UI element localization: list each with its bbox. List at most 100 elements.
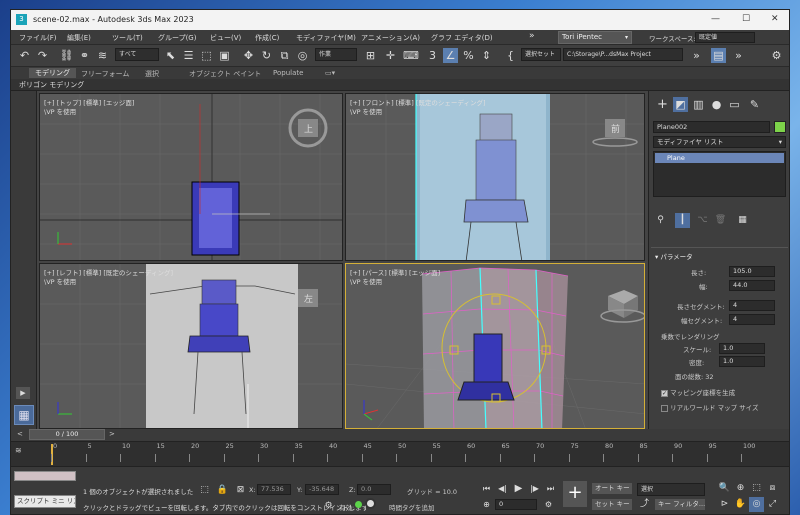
remove-modifier-icon[interactable]: 🗑: [713, 213, 728, 228]
current-frame-field[interactable]: 0: [495, 499, 537, 510]
time-prev-icon[interactable]: <: [17, 430, 23, 438]
next-frame-icon[interactable]: |▶: [527, 481, 542, 496]
viewport-top[interactable]: 上 [+] [トップ] [標準] [エッジ面] \VP を使用: [39, 93, 343, 261]
menu-modifiers[interactable]: モディファイヤ(M): [296, 33, 356, 43]
maximize-viewport-icon[interactable]: ⤢: [765, 497, 780, 512]
redo-icon[interactable]: ↷: [35, 48, 50, 63]
percent-snap-icon[interactable]: %: [461, 48, 476, 63]
stack-item-plane[interactable]: Plane: [655, 153, 784, 163]
menu-tools[interactable]: ツール(T): [112, 33, 143, 43]
viewport-front[interactable]: 前 [+] [フロント] [標準] [既定のシェーディング] \VP を使用: [345, 93, 645, 261]
pivot-center-icon[interactable]: ⊞: [363, 48, 378, 63]
ribbon-options-icon[interactable]: ▭▾: [325, 69, 335, 77]
density-spinner[interactable]: 1.0: [719, 356, 765, 367]
goto-start-icon[interactable]: ⏮: [479, 481, 494, 496]
set-key-big-button[interactable]: +: [563, 481, 587, 507]
utilities-tab-icon[interactable]: ✎: [747, 97, 762, 112]
maxscript-mini-listener[interactable]: スクリプト ミニ リス: [14, 495, 76, 508]
pan-icon[interactable]: ✋: [733, 497, 748, 512]
add-time-tag[interactable]: 時間タグを追加: [389, 502, 435, 512]
maximize-button[interactable]: ☐: [742, 14, 750, 24]
workspace-dropdown[interactable]: 既定値: [695, 32, 755, 43]
edit-named-selection-icon[interactable]: {: [503, 48, 518, 63]
absolute-mode-icon[interactable]: ⊠: [233, 483, 248, 498]
ref-coord-dropdown[interactable]: 作業: [315, 48, 357, 61]
named-selection-dropdown[interactable]: 選択セット: [521, 48, 561, 61]
object-color-swatch[interactable]: [774, 121, 786, 133]
menu-edit[interactable]: 編集(E): [67, 33, 91, 43]
pin-stack-icon[interactable]: ⚲: [653, 213, 668, 228]
menu-view[interactable]: ビュー(V): [210, 33, 241, 43]
time-config-icon[interactable]: ⚙: [541, 497, 556, 512]
material-editor-icon[interactable]: ⚙: [769, 48, 784, 63]
modify-tab-icon[interactable]: ◩: [673, 97, 688, 112]
manipulate-icon[interactable]: ✛: [383, 48, 398, 63]
select-by-name-icon[interactable]: ☰: [181, 48, 196, 63]
maxscript-listener-field[interactable]: [14, 471, 76, 481]
command-panel-toggle-icon[interactable]: ▤: [711, 48, 726, 63]
undo-icon[interactable]: ↶: [17, 48, 32, 63]
ribbon-tab-populate[interactable]: Populate: [273, 69, 303, 77]
display-tab-icon[interactable]: ▭: [727, 97, 742, 112]
ribbon-tab-freeform[interactable]: フリーフォーム: [81, 69, 129, 79]
polygon-modeling-label[interactable]: ポリゴン モデリング: [19, 80, 84, 90]
select-scale-icon[interactable]: ⧉: [277, 48, 292, 63]
gen-mapping-checkbox[interactable]: ✓ マッピング座標を生成: [661, 387, 735, 397]
bind-spacewarp-icon[interactable]: ≋: [95, 48, 110, 63]
set-key-button[interactable]: セット キー: [592, 499, 632, 510]
time-slider-thumb[interactable]: 0 / 100: [29, 429, 105, 440]
track-bar[interactable]: ≋ 0 5 10 15 20 25 30 35 40 45 50 55 60 65 70 75 80 85 90 95…: [11, 441, 789, 466]
select-rotate-icon[interactable]: ↻: [259, 48, 274, 63]
keyboard-shortcut-icon[interactable]: ⌨: [403, 48, 419, 63]
real-world-checkbox[interactable]: リアルワールド マップ サイズ: [661, 402, 758, 412]
key-mode-icon[interactable]: ⊕: [479, 497, 494, 512]
key-filters-button[interactable]: キー フィルタ...: [655, 499, 705, 510]
select-object-icon[interactable]: ⬉: [163, 48, 178, 63]
zoom-extents-all-icon[interactable]: ⧈: [765, 481, 780, 496]
fov-icon[interactable]: ⊳: [717, 497, 732, 512]
toolbar-overflow-icon[interactable]: »: [731, 48, 746, 63]
zoom-extents-icon[interactable]: ⬚: [749, 481, 764, 496]
make-unique-icon[interactable]: ⌥: [695, 213, 710, 228]
menu-more[interactable]: »: [529, 31, 535, 41]
menu-animation[interactable]: アニメーション(A): [361, 33, 420, 43]
length-segs-spinner[interactable]: 4: [729, 300, 775, 311]
modifier-list-dropdown[interactable]: モディファイヤ リスト ▾: [653, 136, 786, 148]
isolate-selection-icon[interactable]: ⬚: [197, 483, 212, 498]
auto-key-button[interactable]: オート キー: [592, 483, 632, 494]
menu-graph-editors[interactable]: グラフ エディタ(D): [431, 33, 493, 43]
selection-lock-icon[interactable]: 🔒: [215, 483, 230, 498]
key-selection-dropdown[interactable]: 選択: [637, 483, 705, 496]
place-icon[interactable]: ◎: [295, 48, 310, 63]
unlink-icon[interactable]: ⚭: [77, 48, 92, 63]
configure-sets-icon[interactable]: ▦: [735, 213, 750, 228]
toolbar-more-icon[interactable]: »: [689, 48, 704, 63]
enabled-indicator[interactable]: [355, 501, 362, 508]
project-path-dropdown[interactable]: C:\Storage\P...dsMax Project: [563, 48, 683, 61]
zoom-all-icon[interactable]: ⊕: [733, 481, 748, 496]
prev-frame-icon[interactable]: ◀|: [495, 481, 510, 496]
user-account-button[interactable]: Tori iPentec ▾: [558, 31, 632, 44]
expand-arrow-icon[interactable]: ▶: [16, 387, 30, 399]
selection-filter-dropdown[interactable]: すべて: [115, 48, 159, 61]
track-bar-toggle-icon[interactable]: ≋: [15, 446, 29, 460]
goto-end-icon[interactable]: ⏭: [543, 481, 558, 496]
viewport-perspective[interactable]: [+] [パース] [標準] [エッジ面] \VP を使用: [345, 263, 645, 429]
window-crossing-icon[interactable]: ▣: [217, 48, 232, 63]
ribbon-tab-object-paint[interactable]: オブジェクト ペイント: [189, 69, 261, 79]
hierarchy-tab-icon[interactable]: ▥: [691, 97, 706, 112]
ribbon-tab-selection[interactable]: 選択: [145, 69, 159, 79]
length-spinner[interactable]: 105.0: [729, 266, 775, 277]
play-icon[interactable]: ▶: [511, 481, 526, 496]
key-tangent-icon[interactable]: ⤴: [637, 497, 652, 512]
orbit-icon[interactable]: ◎: [749, 497, 764, 512]
object-name-field[interactable]: Plane002: [653, 121, 770, 133]
viewport-left[interactable]: 左 [+] [レフト] [標準] [既定のシェーディング] \VP を使用: [39, 263, 343, 429]
menu-group[interactable]: グループ(G): [158, 33, 196, 43]
link-icon[interactable]: ⛓: [59, 48, 74, 63]
minimize-button[interactable]: —: [711, 14, 720, 24]
scale-spinner[interactable]: 1.0: [719, 343, 765, 354]
z-coord-field[interactable]: 0.0: [357, 484, 391, 495]
snaps-toggle-icon[interactable]: 3: [425, 48, 440, 63]
menu-create[interactable]: 作成(C): [255, 33, 279, 43]
